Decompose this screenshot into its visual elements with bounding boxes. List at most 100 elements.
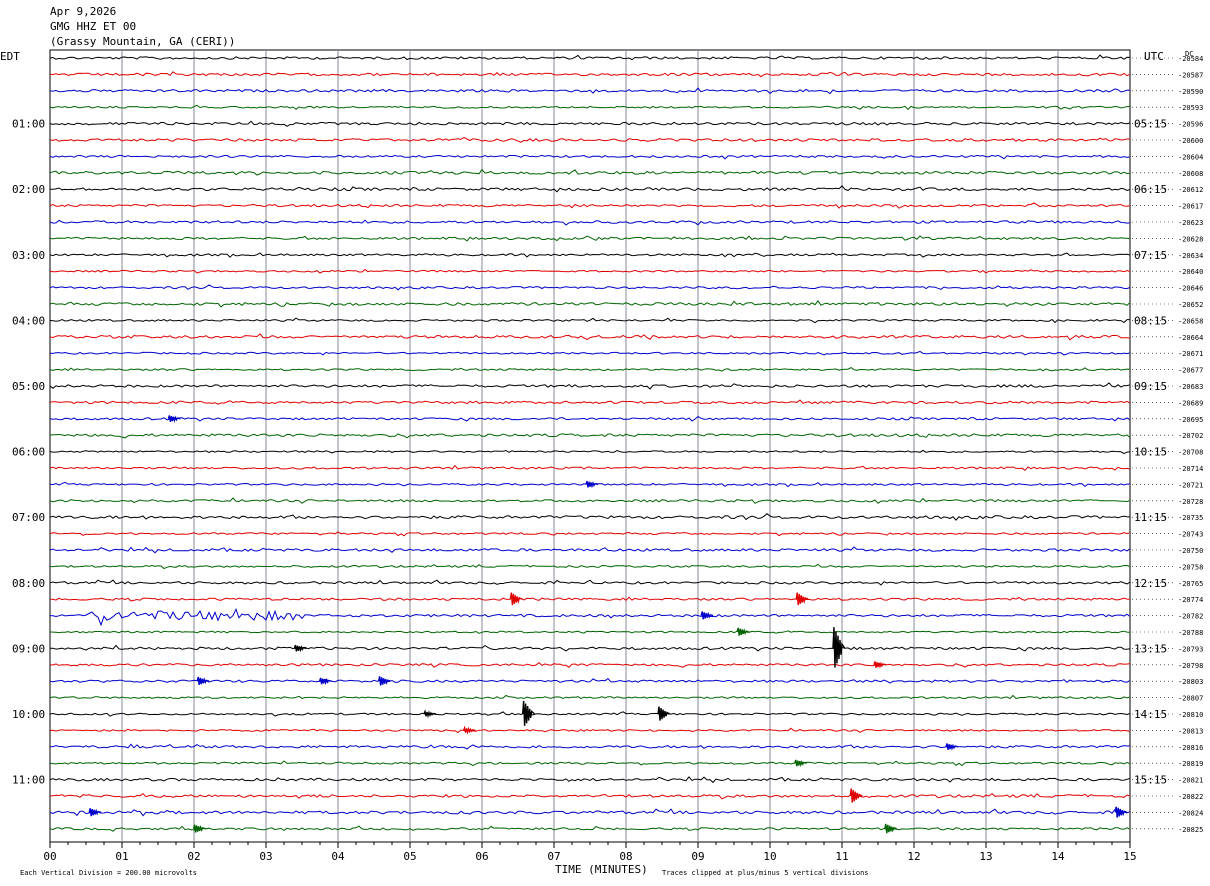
seismic-event bbox=[88, 808, 102, 817]
dc-offset-label: -20813 bbox=[1178, 727, 1203, 735]
dc-offset-label: -20822 bbox=[1178, 793, 1203, 801]
seismic-event bbox=[293, 644, 307, 653]
trace-row-45 bbox=[49, 792, 1131, 800]
x-tick-label: 04 bbox=[331, 850, 345, 863]
dc-offset-label: -20788 bbox=[1178, 629, 1203, 637]
dc-offset-label: -20819 bbox=[1178, 760, 1203, 768]
x-tick-label: 15 bbox=[1123, 850, 1136, 863]
utc-hour-label: 14:15 bbox=[1134, 708, 1167, 721]
dc-offset-label: -20825 bbox=[1178, 826, 1203, 834]
trace-row-40 bbox=[49, 711, 1131, 717]
dc-offset-label: -20816 bbox=[1178, 744, 1203, 752]
edt-axis-label: EDT bbox=[0, 50, 20, 63]
dc-offset-label: -20793 bbox=[1178, 645, 1203, 653]
utc-hour-label: 13:15 bbox=[1134, 642, 1167, 655]
seismic-event bbox=[423, 709, 437, 719]
trace-row-7 bbox=[49, 168, 1131, 176]
trace-row-35 bbox=[49, 630, 1131, 634]
utc-hour-label: 05:15 bbox=[1134, 118, 1167, 131]
traces bbox=[49, 54, 1131, 834]
utc-axis-label: UTC bbox=[1144, 50, 1164, 63]
x-tick-label: 11 bbox=[835, 850, 848, 863]
trace-row-30 bbox=[49, 546, 1131, 554]
trace-row-5 bbox=[49, 136, 1130, 143]
trace-row-31 bbox=[49, 563, 1131, 570]
edt-hour-label: 03:00 bbox=[12, 249, 45, 262]
dc-offset-label: -20695 bbox=[1178, 416, 1203, 424]
utc-hour-label: 10:15 bbox=[1134, 446, 1167, 459]
dc-offset-label: -20677 bbox=[1178, 367, 1203, 375]
dc-offset-label: -20798 bbox=[1178, 662, 1203, 670]
edt-hour-label: 04:00 bbox=[12, 314, 45, 327]
dc-offset-label: -20596 bbox=[1178, 121, 1203, 129]
dc-offset-label: -20765 bbox=[1178, 580, 1203, 588]
trace-row-28 bbox=[49, 513, 1131, 521]
dc-offset-label: -20824 bbox=[1178, 809, 1203, 817]
dc-offset-label: -20810 bbox=[1178, 711, 1203, 719]
trace-row-22 bbox=[49, 415, 1131, 422]
x-tick-label: 06 bbox=[475, 850, 488, 863]
trace-row-24 bbox=[49, 449, 1131, 455]
trace-row-38 bbox=[49, 677, 1131, 684]
seismic-event bbox=[873, 661, 887, 669]
trace-row-29 bbox=[49, 531, 1131, 537]
dc-offset-label: -20634 bbox=[1178, 252, 1203, 260]
seismic-event bbox=[196, 676, 210, 685]
seismic-event bbox=[377, 676, 391, 686]
dc-offset-label: -20593 bbox=[1178, 104, 1203, 112]
dc-offset-label: -20702 bbox=[1178, 432, 1203, 440]
trace-row-0 bbox=[49, 54, 1131, 61]
trace-row-10 bbox=[49, 219, 1131, 226]
dc-offset-label: -20590 bbox=[1178, 88, 1203, 96]
trace-row-11 bbox=[49, 235, 1131, 242]
trace-row-33 bbox=[49, 596, 1131, 602]
edt-hour-label: 02:00 bbox=[12, 183, 45, 196]
edt-hour-label: 09:00 bbox=[12, 642, 45, 655]
trace-row-41 bbox=[49, 727, 1131, 733]
trace-row-42 bbox=[49, 743, 1131, 750]
utc-hour-label: 06:15 bbox=[1134, 183, 1167, 196]
x-tick-label: 05 bbox=[403, 850, 416, 863]
x-axis-label: TIME (MINUTES) bbox=[555, 863, 648, 876]
x-tick-label: 09 bbox=[691, 850, 704, 863]
trace-row-47 bbox=[49, 825, 1131, 832]
edt-hour-label: 01:00 bbox=[12, 118, 45, 131]
helicorder-chart: EDT UTC DC TIME (MINUTES) Each Vertical … bbox=[0, 49, 1203, 877]
trace-row-14 bbox=[49, 284, 1131, 291]
trace-row-46 bbox=[49, 808, 1131, 817]
dc-offset-label: -20652 bbox=[1178, 301, 1203, 309]
dc-offset-label: -20683 bbox=[1178, 383, 1203, 391]
seismic-event bbox=[521, 700, 536, 726]
x-tick-label: 12 bbox=[907, 850, 920, 863]
utc-hour-label: 11:15 bbox=[1134, 511, 1167, 524]
dc-offset-label: -20821 bbox=[1178, 777, 1203, 785]
x-tick-label: 08 bbox=[619, 850, 632, 863]
dc-offset-label: -20604 bbox=[1178, 153, 1203, 161]
dc-offset-label: -20587 bbox=[1178, 71, 1203, 79]
trace-row-12 bbox=[49, 252, 1131, 258]
trace-row-1 bbox=[49, 71, 1131, 78]
edt-hour-label: 05:00 bbox=[12, 380, 45, 393]
seismic-event bbox=[462, 725, 476, 735]
seismic-event bbox=[192, 824, 206, 833]
utc-hour-label: 09:15 bbox=[1134, 380, 1167, 393]
seismic-event bbox=[945, 743, 959, 751]
edt-hour-label: 06:00 bbox=[12, 446, 45, 459]
seismic-event bbox=[318, 677, 332, 686]
dc-offset-label: -20584 bbox=[1178, 55, 1203, 63]
dc-offset-label: -20623 bbox=[1178, 219, 1203, 227]
dc-offset-label: -20612 bbox=[1178, 186, 1203, 194]
seismic-event bbox=[700, 611, 714, 620]
dc-offset-label: -20750 bbox=[1178, 547, 1203, 555]
seismic-event bbox=[884, 823, 898, 834]
trace-row-2 bbox=[49, 87, 1131, 95]
trace-row-17 bbox=[49, 333, 1131, 341]
seismic-event bbox=[585, 480, 599, 489]
dc-offset-label: -20735 bbox=[1178, 514, 1203, 522]
clip-note: Traces clipped at plus/minus 5 vertical … bbox=[662, 869, 869, 877]
grid bbox=[49, 49, 1176, 848]
trace-row-4 bbox=[49, 120, 1131, 127]
trace-row-19 bbox=[49, 367, 1131, 372]
x-tick-label: 13 bbox=[979, 850, 992, 863]
dc-offset-label: -20807 bbox=[1178, 695, 1203, 703]
